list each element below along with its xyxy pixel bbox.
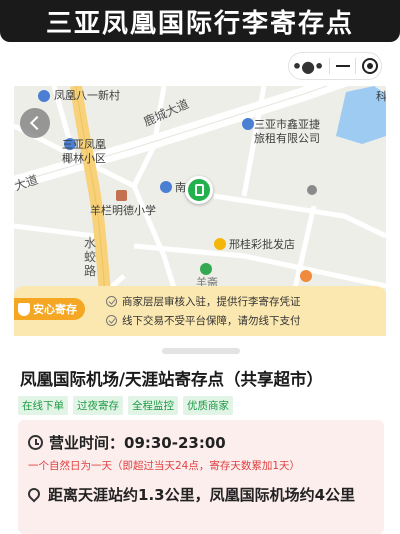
chevron-left-icon[interactable] — [20, 108, 50, 138]
capsule-menu: •●• — [288, 52, 382, 80]
distance-text: 距离天涯站约1.3公里，凤凰国际机场约4公里 — [48, 486, 356, 504]
minimize-icon[interactable] — [335, 65, 350, 67]
drag-handle[interactable] — [162, 348, 240, 354]
map-label-school: 羊栏明德小学 — [90, 204, 156, 217]
map-label-lottery: 邢桂彩批发店 — [229, 238, 295, 251]
screen: 三亚凤凰国际行李寄存点 •●• 凤凰八一新村 鹿城大道 三亚市鑫亚捷 旅租有限公… — [0, 0, 400, 534]
store-info-card: 营业时间：09:30-23:00 一个自然日为一天（即超过当天24点，寄存天数累… — [18, 420, 384, 534]
notice-text: 线下交易不受平台保障，请勿线下支付 — [122, 315, 301, 327]
notice-line: 线下交易不受平台保障，请勿线下支付 — [106, 311, 301, 330]
map-label-company-1: 三亚市鑫亚捷 — [254, 118, 320, 131]
notice-text: 商家层层审核入驻，提供行李寄存凭证 — [122, 296, 301, 308]
clock-icon — [28, 435, 43, 450]
map-label-estate-1: 三亚凤凰 — [62, 138, 106, 151]
map-label-company-2: 旅租有限公司 — [254, 132, 320, 145]
location-pin-icon — [25, 485, 43, 503]
store-name: 凤凰国际机场/天涯站寄存点（共享超市） — [20, 370, 324, 389]
map-label-estate-2: 椰林小区 — [62, 152, 106, 165]
more-icon[interactable]: •●• — [292, 57, 324, 76]
safety-badge-label: 安心寄存 — [33, 303, 77, 316]
tag-monitoring: 全程监控 — [128, 396, 178, 415]
safety-badge: 安心寄存 — [14, 298, 85, 320]
shield-icon — [18, 302, 30, 316]
tag-quality-merchant: 优质商家 — [183, 396, 233, 415]
safety-notice: 安心寄存 商家层层审核入驻，提供行李寄存凭证 线下交易不受平台保障，请勿线下支付 — [14, 286, 386, 336]
business-hours: 营业时间：09:30-23:00 — [49, 434, 226, 452]
close-target-icon[interactable] — [362, 58, 379, 74]
tag-online-order: 在线下单 — [18, 396, 68, 415]
banner-title: 三亚凤凰国际行李寄存点 — [45, 8, 354, 39]
capsule-divider — [355, 58, 357, 74]
check-circle-icon — [106, 315, 117, 326]
store-sheet: 凤凰国际机场/天涯站寄存点（共享超市） 在线下单 过夜寄存 全程监控 优质商家 … — [14, 336, 386, 534]
capsule-divider — [328, 58, 330, 74]
luggage-icon[interactable] — [185, 176, 213, 204]
notice-lines: 商家层层审核入驻，提供行李寄存凭证 线下交易不受平台保障，请勿线下支付 — [106, 292, 301, 330]
notice-line: 商家层层审核入驻，提供行李寄存凭证 — [106, 292, 301, 311]
title-banner: 三亚凤凰国际行李寄存点 — [0, 0, 400, 42]
map-road-shuijiao: 水蛟路 — [84, 236, 97, 278]
hours-note: 一个自然日为一天（即超过当天24点，寄存天数累加1天） — [28, 460, 301, 472]
tag-overnight: 过夜寄存 — [73, 396, 123, 415]
map-label-ke: 科 — [376, 90, 386, 103]
map-label-phoenix81: 凤凰八一新村 — [54, 89, 120, 102]
mini-program-topbar: •●• — [14, 44, 386, 86]
hours-row: 营业时间：09:30-23:00 — [28, 432, 226, 453]
check-circle-icon — [106, 296, 117, 307]
location-row: 距离天涯站约1.3公里，凤凰国际机场约4公里 — [25, 484, 378, 506]
store-tags: 在线下单 过夜寄存 全程监控 优质商家 — [18, 396, 233, 415]
